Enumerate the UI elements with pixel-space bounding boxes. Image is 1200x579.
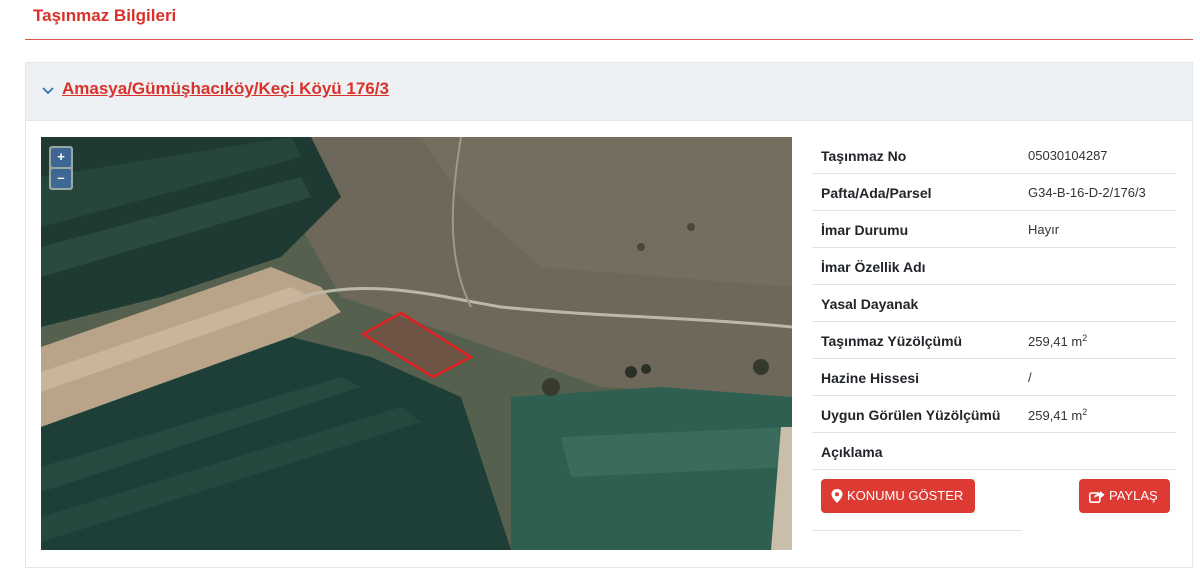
info-label: İmar Özellik Adı (821, 259, 926, 275)
info-value: Hayır (1028, 222, 1060, 237)
page-title: Taşınmaz Bilgileri (33, 6, 177, 25)
info-value: 259,41 m2 (1028, 333, 1087, 349)
page-header: Taşınmaz Bilgileri (25, 0, 1193, 40)
chevron-down-icon[interactable] (40, 82, 56, 98)
zoom-in-button[interactable]: + (51, 148, 71, 167)
map-imagery (41, 137, 792, 550)
info-label: Pafta/Ada/Parsel (821, 185, 932, 201)
info-row-uygun-gorulen-yuzolcumu: Uygun Görülen Yüzölçümü 259,41 m2 (812, 396, 1176, 433)
satellite-map[interactable]: + – (41, 137, 792, 550)
action-row: KONUMU GÖSTER PAYLAŞ (812, 479, 1176, 531)
panel-header[interactable]: Amasya/Gümüşhacıköy/Keçi Köyü 176/3 (26, 63, 1192, 121)
map-marker-icon (831, 489, 843, 503)
property-title-link[interactable]: Amasya/Gümüşhacıköy/Keçi Köyü 176/3 (62, 79, 389, 99)
share-button[interactable]: PAYLAŞ (1079, 479, 1170, 513)
share-icon (1089, 490, 1105, 503)
info-row-tasinmaz-yuzolcumu: Taşınmaz Yüzölçümü 259,41 m2 (812, 322, 1176, 359)
info-row-tasinmaz-no: Taşınmaz No 05030104287 (812, 137, 1176, 174)
unit-superscript: 2 (1082, 407, 1088, 417)
show-location-button[interactable]: KONUMU GÖSTER (821, 479, 976, 513)
area-value: 259,41 m (1028, 408, 1083, 423)
info-label: Açıklama (821, 444, 883, 460)
info-row-hazine-hissesi: Hazine Hissesi / (812, 359, 1176, 396)
info-value: 05030104287 (1028, 148, 1108, 163)
zoom-out-button[interactable]: – (51, 169, 71, 188)
zoom-control: + – (49, 146, 73, 190)
info-row-yasal-dayanak: Yasal Dayanak (812, 285, 1176, 322)
share-label: PAYLAŞ (1109, 488, 1158, 503)
info-value: / (1028, 370, 1032, 385)
area-value: 259,41 m (1028, 334, 1083, 349)
info-row-imar-ozellik-adi: İmar Özellik Adı (812, 248, 1176, 285)
info-label: Taşınmaz No (821, 148, 907, 164)
info-label: İmar Durumu (821, 222, 909, 238)
info-label: Hazine Hissesi (821, 370, 920, 386)
info-row-imar-durumu: İmar Durumu Hayır (812, 211, 1176, 248)
info-label: Taşınmaz Yüzölçümü (821, 333, 963, 349)
show-location-label: KONUMU GÖSTER (847, 488, 964, 503)
info-row-pafta-ada-parsel: Pafta/Ada/Parsel G34-B-16-D-2/176/3 (812, 174, 1176, 211)
divider (812, 530, 1022, 531)
info-value: 259,41 m2 (1028, 407, 1087, 423)
property-panel: Amasya/Gümüşhacıköy/Keçi Köyü 176/3 + – … (25, 62, 1193, 568)
info-value: G34-B-16-D-2/176/3 (1028, 185, 1146, 200)
unit-superscript: 2 (1082, 333, 1088, 343)
info-label: Yasal Dayanak (821, 296, 919, 312)
info-row-aciklama: Açıklama (812, 433, 1176, 470)
info-label: Uygun Görülen Yüzölçümü (821, 407, 1001, 423)
